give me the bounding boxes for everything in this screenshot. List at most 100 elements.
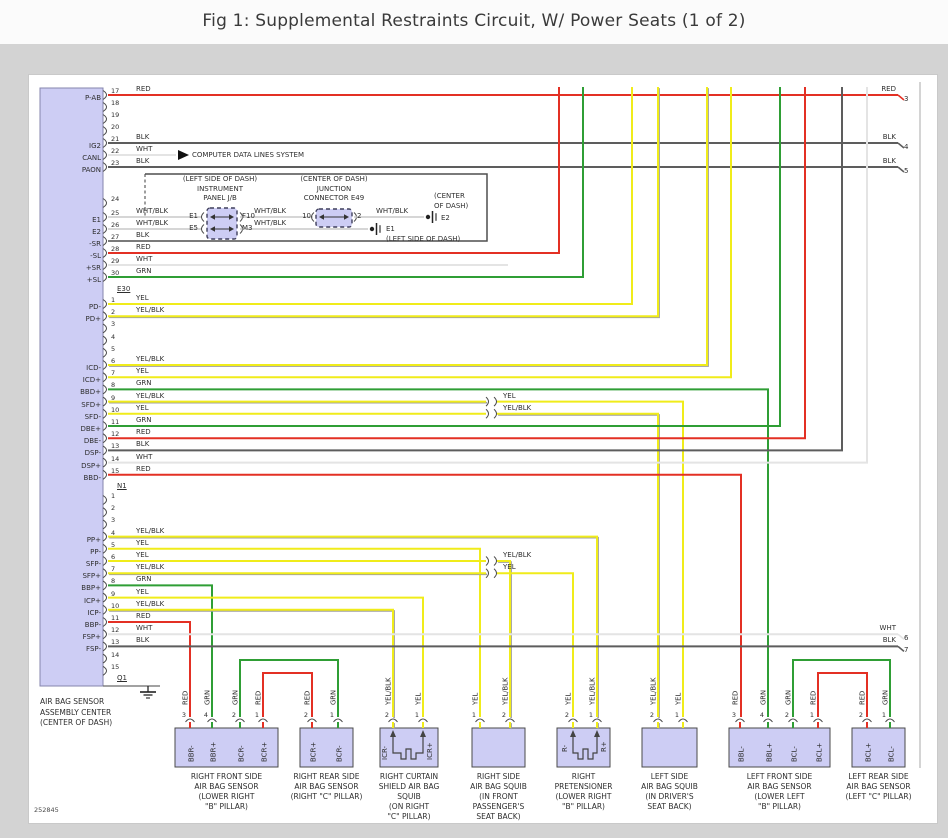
- wire: [108, 596, 424, 717]
- box-pin-number: 2: [649, 711, 654, 719]
- box-pin-number: 1: [674, 711, 679, 719]
- pin-name: DSP+: [81, 461, 101, 470]
- jb-caption-line: (LEFT SIDE OF DASH): [182, 175, 258, 183]
- box-pin-number: 1: [329, 711, 334, 719]
- connector-paren-icon: [493, 556, 497, 566]
- pin-name: SFP+: [82, 572, 101, 581]
- pin-arc: [102, 162, 107, 172]
- pin-name: FSP+: [82, 633, 101, 642]
- wire-color-label-after-splice: YEL: [503, 391, 516, 400]
- pin-arc: [763, 718, 773, 723]
- pin-number: 28: [111, 245, 120, 253]
- pin-name: DBE-: [83, 437, 101, 446]
- pin-number: 10: [111, 405, 120, 414]
- wire-color-label: YEL: [136, 294, 149, 302]
- connector-id-q1: Q1: [117, 674, 127, 682]
- pin-number: 8: [111, 381, 116, 390]
- connector-paren-icon: [493, 408, 497, 419]
- jb-caption-line: INSTRUMENT: [197, 184, 243, 193]
- pin-name: -SL: [90, 252, 101, 260]
- device-caption-line: RIGHT FRONT SIDE: [190, 772, 263, 781]
- computer-data-lines-label: COMPUTER DATA LINES SYSTEM: [192, 151, 305, 159]
- connector-paren-icon: [201, 224, 205, 234]
- pin-name: P-AB: [84, 94, 101, 102]
- device-caption-line: "B" PILLAR): [205, 802, 248, 811]
- exit-wire-color: RED: [881, 85, 896, 93]
- wire-color-label: GRN: [136, 575, 152, 584]
- pin-number: 1: [111, 296, 116, 304]
- pin-number: 10: [111, 601, 120, 610]
- e49-cavity-out: 2: [357, 212, 362, 220]
- pin-arc: [102, 272, 107, 282]
- wire-color-label-rotated: YEL: [565, 693, 573, 706]
- device-caption-line: PASSENGER'S: [472, 802, 525, 811]
- pin-number: 17: [111, 87, 120, 95]
- pin-number: 4: [111, 332, 116, 341]
- connector-paren-icon: [201, 212, 205, 222]
- pin-name: SFD-: [84, 412, 101, 421]
- pin-arc: [102, 248, 107, 258]
- device-caption-line: SEAT BACK): [647, 802, 692, 811]
- wire: [108, 87, 732, 379]
- device-caption-line: (LOWER LEFT: [754, 792, 805, 801]
- exit-number: 7: [904, 646, 909, 655]
- pin-name: +SL: [86, 276, 101, 284]
- wire-color-label: WHT: [136, 624, 153, 633]
- pin-arc: [102, 604, 107, 615]
- device-caption-line: LEFT REAR SIDE: [848, 772, 909, 781]
- ground-caption-line: (CENTER: [434, 192, 465, 200]
- box-terminal-label: BBL+: [766, 742, 774, 762]
- pin-arc: [102, 543, 107, 554]
- pin-arc: [102, 224, 107, 234]
- pin-number: 22: [111, 147, 120, 155]
- wire-color-label-rotated: YEL/BLK: [589, 677, 597, 706]
- pin-arc: [388, 718, 398, 723]
- box-pin-number: 3: [731, 711, 736, 719]
- pin-number: 3: [111, 320, 116, 329]
- wire-color-label: WHT: [136, 255, 153, 263]
- box-terminal-label: BCR+: [310, 742, 318, 762]
- wire-color-label: RED: [136, 428, 151, 437]
- wire: [108, 87, 781, 427]
- pin-arc: [418, 718, 428, 723]
- box-terminal-label: BBR-: [188, 745, 196, 762]
- pin-arc: [102, 519, 107, 530]
- pin-arc: [102, 138, 107, 148]
- ground-name-e2: E2: [441, 214, 450, 222]
- pin-arc: [102, 299, 107, 309]
- pin-name: FSP-: [86, 645, 101, 654]
- pin-name: SFP-: [85, 560, 101, 568]
- pin-arc: [862, 718, 872, 723]
- pin-arc: [788, 718, 798, 723]
- device-caption-line: RIGHT SIDE: [476, 772, 521, 781]
- device-caption-line: (IN DRIVER'S: [645, 792, 694, 801]
- box-pin-number: 1: [809, 711, 814, 719]
- pin-name: PP-: [90, 547, 101, 556]
- pin-number: 13: [111, 638, 120, 647]
- wire-color-label: RED: [136, 464, 151, 473]
- wire-color-label-after-splice: YEL/BLK: [503, 551, 532, 559]
- pin-arc: [102, 360, 107, 370]
- wire-color-label: WHT/BLK: [136, 219, 169, 227]
- pin-arc: [102, 421, 107, 431]
- ground-e1-icon: [369, 226, 375, 232]
- jb-caption-line: PANEL J/B: [203, 194, 237, 202]
- pin-number: 5: [111, 540, 116, 549]
- pin-arc: [592, 718, 602, 723]
- wire-color-label: WHT: [136, 145, 153, 153]
- wire-color-label: WHT/BLK: [254, 219, 287, 227]
- wire-color-label-rotated: RED: [304, 691, 312, 705]
- device-caption-line: LEFT SIDE: [650, 772, 689, 781]
- wire-color-label-after-splice: YEL: [503, 563, 516, 572]
- pin-arc: [102, 372, 107, 383]
- e49-cavity-in: 10: [302, 212, 311, 220]
- device-caption-line: (IN FRONT: [479, 792, 518, 801]
- box-terminal-label: BBL-: [738, 746, 746, 762]
- wire-color-label: YEL: [136, 551, 149, 559]
- device-caption-line: PRETENSIONER: [554, 782, 613, 791]
- device-caption-line: AIR BAG SENSOR: [194, 782, 259, 791]
- pin-arc: [102, 445, 107, 456]
- pin-number: 5: [111, 344, 116, 353]
- pin-name: DBE+: [80, 425, 101, 433]
- document-number: 252845: [34, 806, 59, 814]
